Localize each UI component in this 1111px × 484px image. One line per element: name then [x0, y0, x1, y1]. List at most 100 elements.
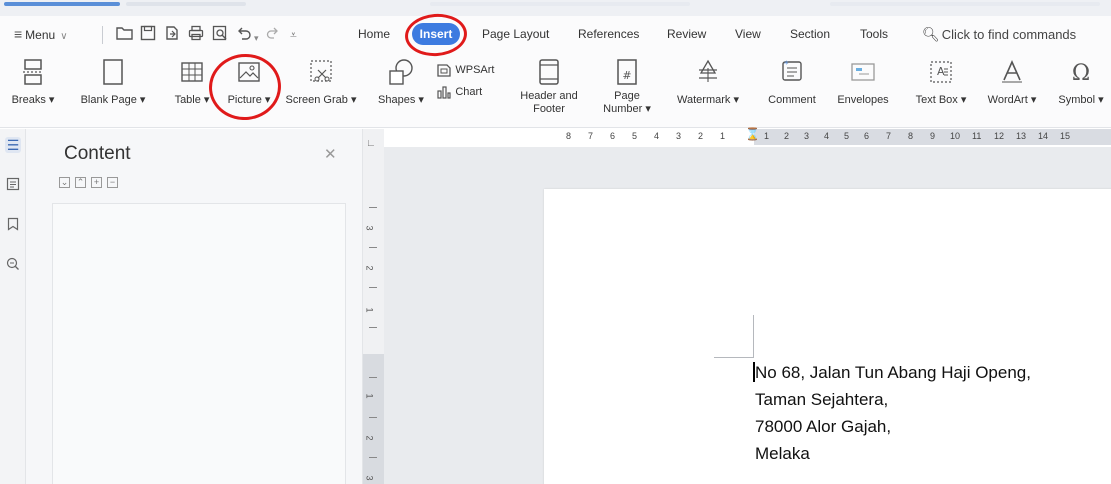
tab-tools[interactable]: Tools: [860, 16, 888, 52]
ruler-number: 3: [364, 225, 375, 231]
svg-text:Ω: Ω: [1072, 61, 1090, 86]
ruler-number: 15: [1060, 131, 1071, 141]
minus-icon[interactable]: −: [107, 177, 118, 188]
tab-references[interactable]: References: [578, 16, 639, 52]
tab-insert[interactable]: Insert: [412, 23, 460, 45]
header-footer-icon: [539, 59, 559, 85]
table-button[interactable]: Table ▾: [168, 60, 216, 107]
table-icon: [181, 62, 203, 82]
undo-icon[interactable]: [236, 25, 252, 46]
vertical-ruler[interactable]: 3 2 1 1 2 3: [362, 129, 385, 484]
document-list-icon[interactable]: [5, 177, 21, 193]
ruler-number: 2: [364, 435, 375, 441]
page-number-label-1: Page: [614, 90, 640, 102]
ruler-number: 8: [908, 131, 914, 141]
search-icon: 🔍︎: [922, 26, 940, 42]
comment-button[interactable]: * Comment: [764, 58, 820, 107]
ruler-corner-icon[interactable]: ∟: [366, 138, 376, 149]
wordart-button[interactable]: WordArt ▾: [980, 58, 1044, 107]
envelopes-icon: [851, 63, 875, 81]
wordart-icon: [1002, 60, 1022, 83]
ruler-number: 14: [1038, 131, 1049, 141]
page-number-button[interactable]: # Page Number ▾: [598, 58, 656, 116]
plus-icon[interactable]: +: [91, 177, 102, 188]
ruler-number: 8: [566, 131, 572, 141]
ruler-number: 10: [950, 131, 961, 141]
outline-icon[interactable]: ☰: [5, 137, 21, 153]
customize-toolbar-icon[interactable]: ⩡: [290, 26, 297, 44]
document-page[interactable]: [544, 189, 1111, 484]
watermark-button[interactable]: Watermark ▾: [668, 58, 748, 107]
chart-icon: [437, 86, 451, 99]
shapes-label: Shapes: [378, 94, 416, 106]
breaks-button[interactable]: Breaks ▾: [2, 58, 64, 107]
tab-page-layout[interactable]: Page Layout: [482, 16, 549, 52]
ruler-number: 5: [632, 131, 638, 141]
ruler-tick: [369, 207, 377, 208]
outline-controls: ⌄ ⌃ + −: [59, 177, 123, 191]
tab-review[interactable]: Review: [667, 16, 706, 52]
symbol-button[interactable]: Ω Symbol ▾: [1052, 58, 1110, 107]
picture-button[interactable]: Picture ▾: [220, 60, 278, 107]
main-menu-button[interactable]: ≡ Menu ∨: [14, 16, 68, 52]
ruler-number: 11: [972, 131, 982, 141]
svg-text:#: #: [622, 69, 631, 82]
blank-page-button[interactable]: Blank Page ▾: [74, 58, 152, 107]
indent-marker-icon[interactable]: ⌛: [745, 127, 760, 141]
ruler-tick: [369, 417, 377, 418]
find-commands-search[interactable]: 🔍︎ Click to find commands: [922, 16, 1076, 52]
open-folder-icon[interactable]: [116, 25, 133, 46]
watermark-label: Watermark: [677, 94, 731, 106]
active-window-tab-indicator[interactable]: [4, 2, 120, 6]
ruler-tick: [369, 457, 377, 458]
header-footer-button[interactable]: Header and Footer: [516, 58, 582, 116]
page-number-label-2: Number: [603, 103, 643, 115]
text-box-button[interactable]: A Text Box ▾: [910, 58, 972, 107]
insert-ribbon: Breaks ▾ Blank Page ▾ Table ▾ Picture ▾ …: [0, 52, 1111, 128]
print-icon[interactable]: [188, 25, 204, 46]
envelopes-label: Envelopes: [837, 94, 889, 106]
window-tab-indicator[interactable]: [126, 2, 246, 6]
export-icon[interactable]: [164, 25, 180, 46]
ruler-number: 3: [804, 131, 810, 141]
wpsart-button[interactable]: WPSArt: [436, 62, 504, 78]
ruler-number: 2: [364, 265, 375, 271]
horizontal-ruler[interactable]: 8 7 6 5 4 3 2 1 ⌛ 1 2 3 4 5 6 7 8 9 10 1…: [384, 127, 1111, 147]
symbol-icon: Ω: [1072, 61, 1090, 86]
envelopes-button[interactable]: Envelopes: [830, 58, 896, 107]
undo-dropdown-icon[interactable]: ▾: [254, 29, 259, 47]
window-tab-indicator: [830, 2, 1100, 6]
tab-home[interactable]: Home: [358, 16, 390, 52]
shapes-button[interactable]: Shapes ▾: [372, 58, 430, 107]
print-preview-icon[interactable]: [212, 25, 228, 46]
bookmark-icon[interactable]: [5, 217, 21, 233]
ruler-tick: [369, 327, 377, 328]
chevron-down-icon: ∨: [60, 31, 68, 42]
collapse-icon[interactable]: ⌃: [75, 177, 86, 188]
ruler-number: 12: [994, 131, 1005, 141]
header-footer-label-1: Header and: [520, 90, 578, 102]
expand-icon[interactable]: ⌄: [59, 177, 70, 188]
tab-view[interactable]: View: [735, 16, 761, 52]
outline-list[interactable]: [52, 203, 346, 484]
ruler-number: 2: [698, 131, 704, 141]
save-icon[interactable]: [140, 25, 156, 46]
hamburger-icon: ≡: [14, 26, 23, 42]
ruler-number: 4: [654, 131, 660, 141]
svg-text:A: A: [937, 65, 945, 78]
ruler-margin-shade: [363, 354, 385, 484]
screen-grab-label: Screen Grab: [285, 94, 348, 106]
redo-icon[interactable]: [266, 25, 280, 46]
text-box-icon: A: [930, 61, 952, 83]
close-icon[interactable]: ✕: [324, 145, 337, 163]
ruler-tick: [369, 287, 377, 288]
chart-button[interactable]: Chart: [436, 84, 504, 100]
ruler-number: 1: [364, 393, 375, 399]
tab-section[interactable]: Section: [790, 16, 830, 52]
screen-grab-button[interactable]: Screen Grab ▾: [282, 58, 360, 107]
wordart-label: WordArt: [987, 94, 1028, 106]
find-replace-icon[interactable]: [5, 257, 21, 273]
shapes-icon: [389, 59, 413, 85]
ruler-number: 3: [364, 475, 375, 481]
header-footer-label-2: Footer: [533, 103, 565, 115]
